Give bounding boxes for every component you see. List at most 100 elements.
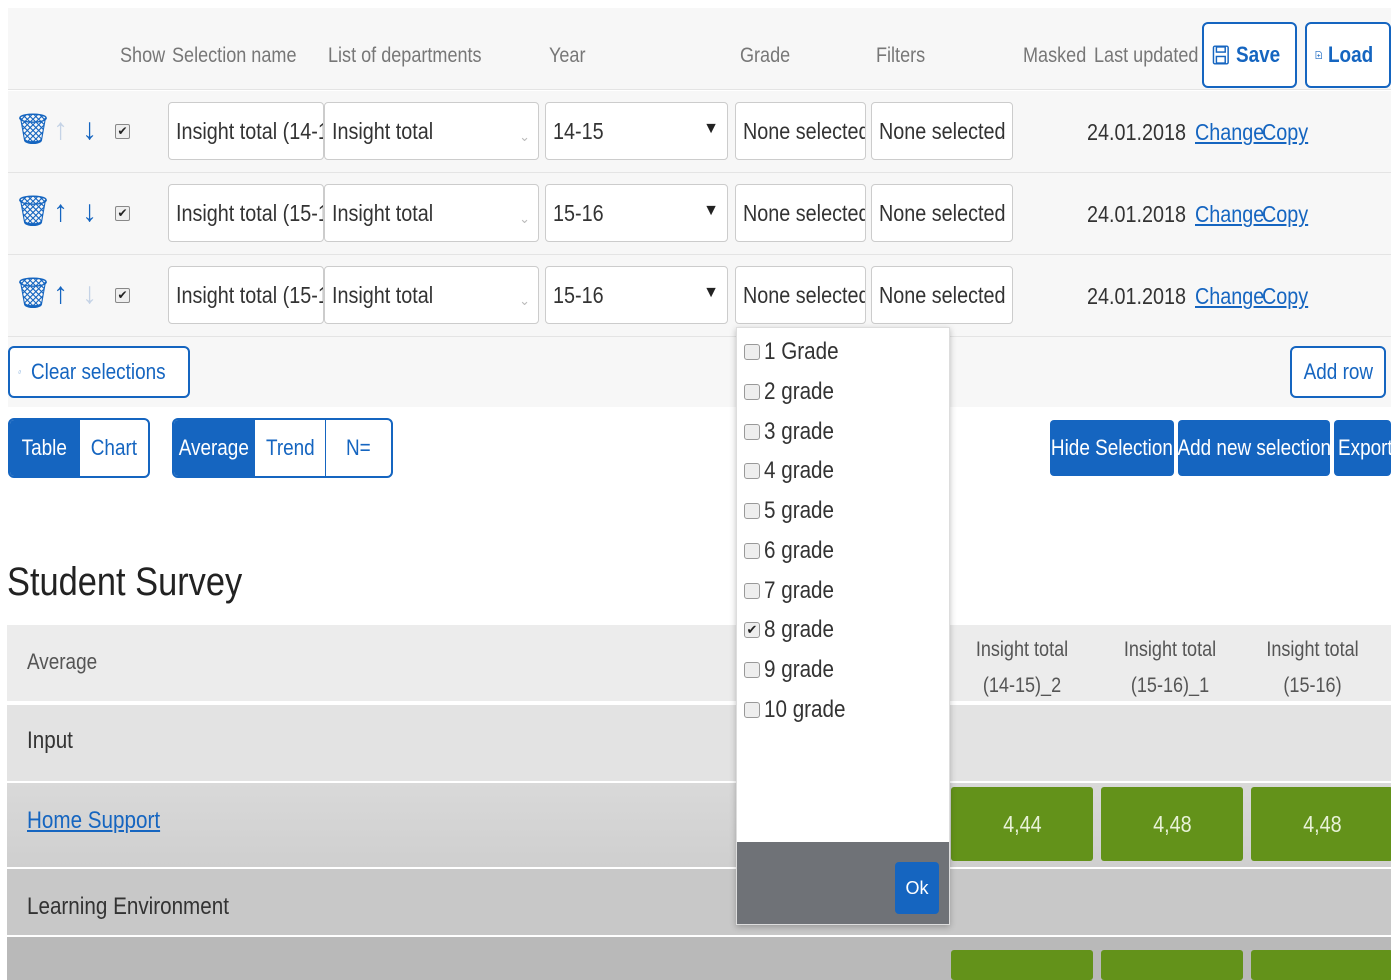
department-select[interactable]: Insight total ⌄ (324, 102, 539, 160)
trash-icon[interactable]: 🗑 (14, 115, 52, 145)
save-button[interactable]: Save (1202, 22, 1297, 88)
grade-option[interactable]: ✔ 8 grade (744, 612, 845, 648)
trash-icon[interactable]: 🗑 (14, 197, 52, 227)
arrow-up-icon[interactable]: ↑ (53, 279, 68, 309)
year-select[interactable]: 15-16 ▼ (545, 184, 728, 242)
score-cell (1101, 950, 1243, 980)
change-link[interactable]: Change (1195, 201, 1264, 228)
change-link[interactable]: Change (1195, 283, 1264, 310)
add-row-button[interactable]: Add row (1290, 346, 1386, 398)
load-icon (1315, 50, 1322, 60)
ok-button[interactable]: Ok (895, 862, 939, 914)
checkbox[interactable] (744, 463, 760, 479)
col-header-last-updated: Last updated (1094, 44, 1199, 67)
selection-row: 🗑 ↑ ↓ ✔ Insight total (14-1 Insight tota… (8, 91, 1391, 173)
grade-dropdown: 1 Grade 2 grade 3 grade 4 grade 5 grade … (736, 327, 950, 925)
checkbox[interactable] (744, 543, 760, 559)
checkbox[interactable] (744, 344, 760, 360)
show-checkbox[interactable]: ✔ (115, 124, 130, 139)
table-header-average: Average (27, 649, 98, 674)
save-icon (1212, 45, 1229, 65)
selection-header: Show Selection name List of departments … (8, 8, 1391, 90)
selection-name-input[interactable]: Insight total (15-1 (168, 184, 324, 242)
score-cell: 4,48 (1251, 787, 1391, 861)
score-cell (1251, 950, 1391, 980)
caret-down-icon: ▼ (703, 120, 719, 137)
selection-name-input[interactable]: Insight total (15-1 (168, 266, 324, 324)
arrow-down-icon[interactable]: ↓ (82, 115, 97, 145)
score-cell: 4,48 (1101, 787, 1243, 861)
col-header-year: Year (549, 44, 586, 67)
copy-link[interactable]: Copy (1262, 201, 1308, 228)
grade-option[interactable]: 4 grade (744, 453, 845, 489)
toggle-n[interactable]: N= (325, 420, 391, 476)
checkbox[interactable] (744, 662, 760, 678)
grade-option[interactable]: 5 grade (744, 493, 845, 529)
metric-toggle: Average Trend N= (172, 418, 393, 478)
grade-select[interactable]: None selected (735, 184, 866, 242)
col-header-masked: Masked (1023, 44, 1087, 67)
add-new-selection-button[interactable]: Add new selection (1178, 420, 1330, 476)
grade-option[interactable]: 3 grade (744, 414, 845, 450)
section-row: Learning Environment (7, 869, 1391, 935)
home-support-link[interactable]: Home Support (27, 807, 160, 835)
grade-select[interactable]: None selected (735, 266, 866, 324)
show-checkbox[interactable]: ✔ (115, 206, 130, 221)
selection-row: 🗑 ↑ ↓ ✔ Insight total (15-1 Insight tota… (8, 255, 1391, 337)
filters-select[interactable]: None selected (871, 266, 1013, 324)
filters-select[interactable]: None selected (871, 184, 1013, 242)
grade-option[interactable]: 7 grade (744, 573, 845, 609)
toggle-chart[interactable]: Chart (79, 420, 148, 476)
copy-link[interactable]: Copy (1262, 283, 1308, 310)
checkbox[interactable] (744, 384, 760, 400)
year-select[interactable]: 14-15 ▼ (545, 102, 728, 160)
checkbox[interactable] (744, 702, 760, 718)
checkbox[interactable] (744, 503, 760, 519)
grade-option[interactable]: 6 grade (744, 533, 845, 569)
score-cell: 4,44 (951, 787, 1093, 861)
score-cell (951, 950, 1093, 980)
last-updated-date: 24.01.2018 (1087, 283, 1187, 309)
view-toggle: Table Chart (8, 418, 150, 478)
trash-icon[interactable]: 🗑 (14, 279, 52, 309)
checkbox[interactable]: ✔ (744, 622, 760, 638)
arrow-up-icon: ↑ (53, 113, 68, 146)
filters-select[interactable]: None selected (871, 102, 1013, 160)
arrow-down-icon[interactable]: ↓ (82, 197, 97, 227)
grade-select[interactable]: None selected (735, 102, 866, 160)
grade-option[interactable]: 2 grade (744, 374, 845, 410)
copy-link[interactable]: Copy (1262, 119, 1308, 146)
department-select[interactable]: Insight total ⌄ (324, 184, 539, 242)
checkbox[interactable] (744, 583, 760, 599)
selection-name-input[interactable]: Insight total (14-1 (168, 102, 324, 160)
hide-selection-button[interactable]: Hide Selection (1050, 420, 1174, 476)
page-title: Student Survey (7, 560, 243, 604)
section-row: Input (7, 705, 1391, 781)
last-updated-date: 24.01.2018 (1087, 119, 1187, 145)
clear-selections-button[interactable]: Clear selections (8, 346, 190, 398)
grade-option[interactable]: 1 Grade (744, 334, 851, 370)
toggle-trend[interactable]: Trend (254, 420, 325, 476)
section-label: Learning Environment (27, 893, 229, 920)
col-header-departments: List of departments (328, 44, 482, 67)
grade-option[interactable]: 9 grade (744, 652, 845, 688)
year-select[interactable]: 15-16 ▼ (545, 266, 728, 324)
toggle-table[interactable]: Table (10, 420, 79, 476)
dropdown-footer: Ok (737, 842, 949, 924)
grade-option[interactable]: 10 grade (744, 692, 859, 728)
column-header: Insight total (15-16) (1266, 638, 1359, 697)
caret-down-icon: ⌄ (519, 293, 530, 308)
section-label: Input (27, 727, 73, 754)
show-checkbox[interactable]: ✔ (115, 288, 130, 303)
load-button[interactable]: Load (1305, 22, 1391, 88)
toggle-average[interactable]: Average (174, 420, 254, 476)
department-select[interactable]: Insight total ⌄ (324, 266, 539, 324)
col-header-grade: Grade (740, 44, 791, 67)
export-button[interactable]: Export (1334, 420, 1391, 476)
caret-down-icon: ▼ (703, 202, 719, 219)
caret-down-icon: ⌄ (519, 211, 530, 226)
change-link[interactable]: Change (1195, 119, 1264, 146)
arrow-up-icon[interactable]: ↑ (53, 197, 68, 227)
checkbox[interactable] (744, 424, 760, 440)
col-header-filters: Filters (876, 44, 926, 67)
